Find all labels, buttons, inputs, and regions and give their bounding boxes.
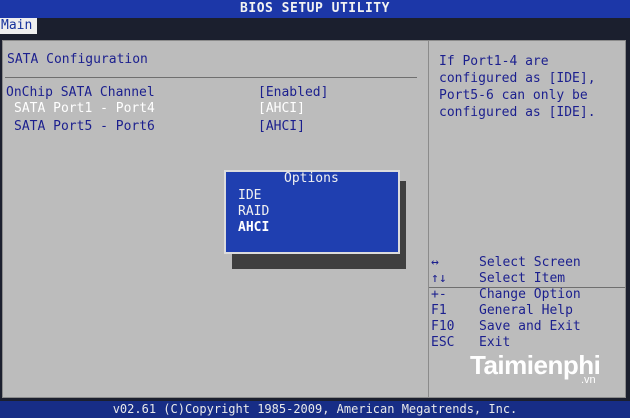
setting-label: SATA Port5 - Port6 — [14, 119, 155, 134]
setting-label: SATA Port1 - Port4 — [14, 101, 155, 116]
watermark-logo: Taimienphi .vn — [470, 350, 615, 390]
key-label: F10 — [431, 319, 455, 334]
tab-main[interactable]: Main — [0, 18, 37, 34]
key-label: F1 — [431, 303, 447, 318]
key-label: ↑↓ — [431, 271, 447, 286]
key-description: Save and Exit — [479, 319, 581, 334]
key-row-change-option: +- Change Option — [429, 287, 625, 303]
options-popup: Options IDE RAID AHCI — [224, 170, 400, 254]
key-row-general-help: F1 General Help — [429, 303, 625, 319]
key-label: ESC — [431, 335, 455, 350]
help-panel: If Port1-4 are configured as [IDE], Port… — [428, 40, 626, 398]
key-row-save-and-exit: F10 Save and Exit — [429, 319, 625, 335]
copyright-bar: v02.61 (C)Copyright 1985-2009, American … — [0, 401, 630, 418]
key-row-select-item: ↑↓ Select Item — [429, 271, 625, 287]
setting-value: [AHCI] — [258, 119, 305, 134]
title-bar: BIOS SETUP UTILITY — [0, 0, 630, 18]
bios-screen: BIOS SETUP UTILITY Main SATA Configurati… — [0, 0, 630, 418]
option-ahci[interactable]: AHCI — [238, 220, 384, 236]
option-raid[interactable]: RAID — [238, 204, 384, 220]
setting-label: OnChip SATA Channel — [6, 85, 155, 100]
app-title: BIOS SETUP UTILITY — [240, 1, 390, 16]
option-ide[interactable]: IDE — [238, 188, 384, 204]
key-description: Select Screen — [479, 255, 581, 270]
popup-options-list: IDE RAID AHCI — [238, 188, 384, 236]
key-description: General Help — [479, 303, 573, 318]
help-text: If Port1-4 are configured as [IDE], Port… — [439, 54, 596, 120]
setting-value: [AHCI] — [258, 101, 305, 116]
key-label: +- — [431, 287, 447, 302]
key-row-select-screen: ↔ Select Screen — [429, 255, 625, 271]
key-row-exit: ESC Exit — [429, 335, 625, 351]
watermark-suffix: .vn — [581, 374, 596, 386]
popup-title: Options — [284, 171, 339, 186]
key-description: Change Option — [479, 287, 581, 302]
key-description: Exit — [479, 335, 511, 350]
section-divider — [5, 77, 417, 78]
key-description: Select Item — [479, 271, 566, 286]
section-title: SATA Configuration — [7, 52, 148, 67]
setting-value: [Enabled] — [258, 85, 329, 100]
key-label: ↔ — [431, 255, 439, 270]
